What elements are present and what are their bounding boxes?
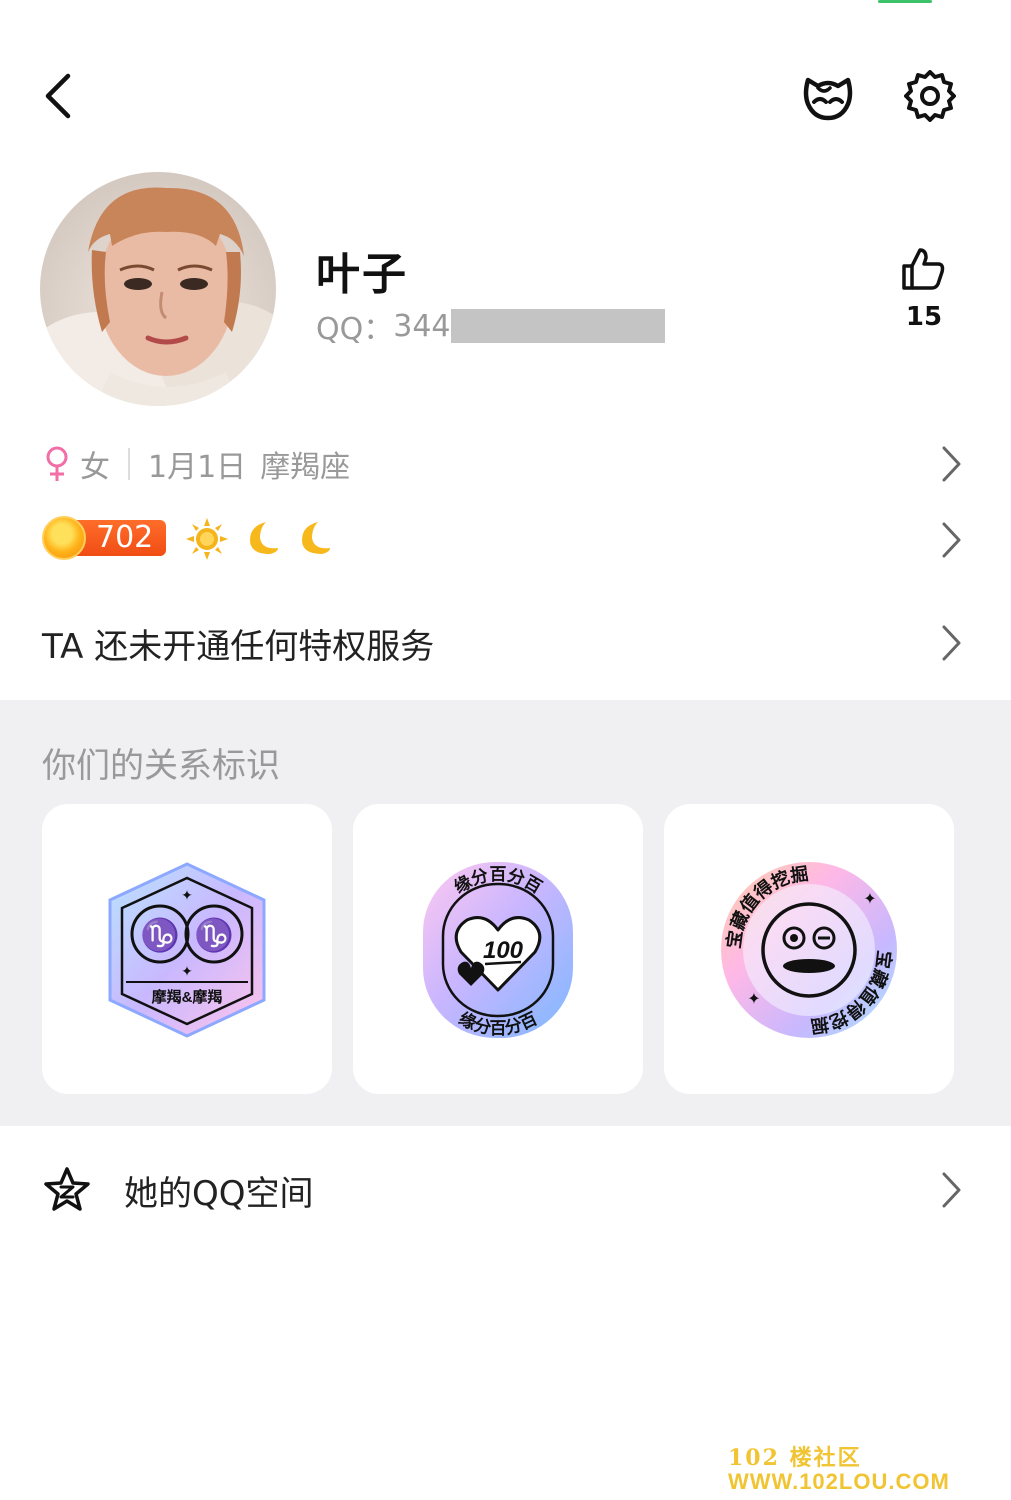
svg-text:✦: ✦ — [863, 889, 876, 908]
svg-text:✦: ✦ — [747, 989, 760, 1008]
watermark-line2: WWW.102LOU.COM — [728, 1469, 950, 1494]
profile-name: 叶子 — [316, 249, 408, 300]
qzone-label: 她的QQ空间 — [124, 1173, 314, 1214]
destiny-badge-icon: 缘分百分百 缘分百分百 100 — [423, 862, 573, 1038]
capricorn-badge-label: 摩羯&摩羯 — [152, 988, 223, 1006]
privilege-text: TA 还未开通任何特权服务 — [42, 626, 435, 667]
like-button[interactable] — [900, 246, 946, 292]
svg-text:✦: ✦ — [181, 964, 193, 980]
level-row[interactable]: 702 — [0, 514, 1011, 566]
gender-text: 女 — [80, 450, 110, 485]
qq-number-prefix: 344 — [393, 308, 451, 344]
chevron-left-icon — [45, 73, 71, 119]
capricorn-badge-icon: ♑ ♑ ✦ ✦ 摩羯&摩羯 — [108, 862, 266, 1038]
cat-face-icon — [803, 77, 853, 121]
svg-text:♑: ♑ — [194, 916, 234, 954]
birthday-text: 1月1日 — [148, 450, 247, 485]
level-badge: 702 — [42, 516, 166, 560]
destiny-badge-number: 100 — [483, 937, 524, 964]
chevron-right-icon — [942, 522, 961, 558]
like-count: 15 — [905, 302, 943, 332]
sun-icon — [186, 518, 228, 560]
watermark-line1: 102 楼社区 — [728, 1445, 862, 1471]
moon-icon — [302, 522, 330, 554]
chevron-right-icon — [942, 1172, 961, 1208]
avatar[interactable] — [40, 172, 276, 406]
relationship-card-destiny[interactable]: 缘分百分百 缘分百分百 100 — [353, 804, 643, 1094]
level-value: 702 — [96, 520, 154, 555]
level-coin-icon — [42, 516, 86, 560]
avatar-photo — [40, 172, 276, 406]
chevron-right-icon — [942, 446, 961, 482]
moon-icon — [250, 522, 278, 554]
qzone-star-icon — [44, 1167, 90, 1211]
svg-text:♑: ♑ — [140, 916, 180, 954]
divider — [128, 448, 130, 480]
relationship-card-capricorn[interactable]: ♑ ♑ ✦ ✦ 摩羯&摩羯 — [42, 804, 332, 1094]
treasure-badge-icon: 宝藏值得挖掘 宝藏值得挖掘 ✦ ✦ — [721, 862, 897, 1038]
gear-icon — [904, 70, 956, 122]
qq-number: QQ： 344 — [316, 304, 665, 348]
svg-text:✦: ✦ — [181, 888, 193, 904]
relationship-section: 你们的关系标识 ♑ ♑ ✦ ✦ 摩羯&摩羯 缘分百分百 缘分百分百 100 宝藏… — [0, 700, 1011, 1126]
settings-button[interactable] — [904, 70, 956, 122]
top-bar — [0, 0, 1011, 180]
basic-info-row[interactable]: 女 1月1日 摩羯座 — [0, 440, 1011, 488]
female-icon — [46, 446, 68, 481]
privilege-row[interactable]: TA 还未开通任何特权服务 — [0, 616, 1011, 670]
thumbs-up-icon — [902, 248, 945, 290]
pet-button[interactable] — [800, 70, 856, 122]
qzone-row[interactable]: 她的QQ空间 — [0, 1162, 1011, 1218]
chevron-right-icon — [942, 625, 961, 661]
watermark: 102 楼社区 WWW.102LOU.COM — [728, 1446, 998, 1494]
status-indicator — [878, 0, 932, 3]
qq-label: QQ： — [316, 312, 394, 347]
zodiac-text: 摩羯座 — [260, 450, 351, 485]
relationship-title: 你们的关系标识 — [42, 746, 280, 786]
back-button[interactable] — [38, 70, 86, 122]
relationship-card-treasure[interactable]: 宝藏值得挖掘 宝藏值得挖掘 ✦ ✦ — [664, 804, 954, 1094]
qq-redaction — [450, 309, 665, 343]
